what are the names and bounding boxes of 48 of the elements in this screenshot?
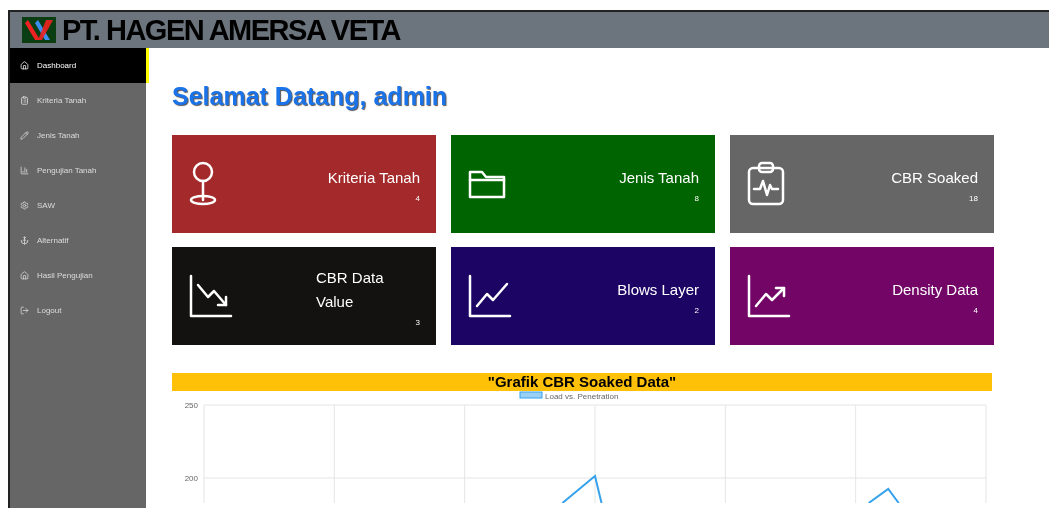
- card-title: Density Data: [892, 279, 978, 300]
- legend-label: Load vs. Penetration: [545, 392, 619, 401]
- line-chart-icon: [467, 273, 513, 319]
- stat-card[interactable]: CBR Data Value 3: [172, 247, 436, 345]
- gear-icon: [20, 201, 29, 210]
- card-count: 2: [694, 305, 699, 315]
- card-count: 4: [973, 305, 978, 315]
- sidebar-item[interactable]: Kriteria Tanah: [10, 83, 146, 118]
- clipboard-pulse-icon: [746, 161, 786, 207]
- y-tick-label: 250: [184, 401, 198, 410]
- stat-card[interactable]: Kriteria Tanah 4: [172, 135, 436, 233]
- home-icon: [20, 61, 29, 70]
- sidebar-item[interactable]: Logout: [10, 293, 146, 328]
- bar-chart-icon: [20, 166, 29, 175]
- card-count: 18: [969, 193, 978, 203]
- card-title: Kriteria Tanah: [327, 167, 420, 188]
- card-count: 4: [415, 193, 420, 203]
- sidebar-item[interactable]: Pengujian Tanah: [10, 153, 146, 188]
- y-tick-label: 200: [184, 474, 198, 483]
- anchor-icon: [20, 236, 29, 245]
- sidebar-item[interactable]: Alternatif: [10, 223, 146, 258]
- sidebar-item[interactable]: Jenis Tanah: [10, 118, 146, 153]
- logo-icon: [22, 17, 56, 43]
- card-count: 8: [694, 193, 699, 203]
- pin-icon: [188, 161, 218, 207]
- welcome-heading: Selamat Datang, admin: [172, 82, 449, 111]
- clipboard-icon: [20, 96, 29, 105]
- sidebar-item[interactable]: SAW: [10, 188, 146, 223]
- sidebar-item[interactable]: Dashboard: [10, 48, 149, 83]
- stat-card[interactable]: Blows Layer 2: [451, 247, 715, 345]
- card-title: Blows Layer: [617, 279, 699, 300]
- chart-heading: "Grafik CBR Soaked Data": [172, 373, 992, 391]
- pencil-icon: [20, 131, 29, 140]
- chart-up-icon: [746, 273, 792, 319]
- brand-name: PT. HAGEN AMERSA VETA: [62, 13, 400, 47]
- stat-card[interactable]: CBR Soaked 18: [730, 135, 994, 233]
- home-icon: [20, 271, 29, 280]
- card-count: 3: [415, 317, 420, 327]
- stat-card[interactable]: Density Data 4: [730, 247, 994, 345]
- legend-swatch[interactable]: [519, 391, 543, 399]
- folder-icon: [467, 168, 507, 200]
- card-title: CBR Data Value: [316, 267, 385, 312]
- card-title: CBR Soaked: [891, 167, 978, 188]
- sidebar-item[interactable]: Hasil Pengujian: [10, 258, 146, 293]
- card-title: Jenis Tanah: [619, 167, 699, 188]
- chart-down-icon: [188, 273, 234, 319]
- logout-icon: [20, 306, 29, 315]
- stat-card[interactable]: Jenis Tanah 8: [451, 135, 715, 233]
